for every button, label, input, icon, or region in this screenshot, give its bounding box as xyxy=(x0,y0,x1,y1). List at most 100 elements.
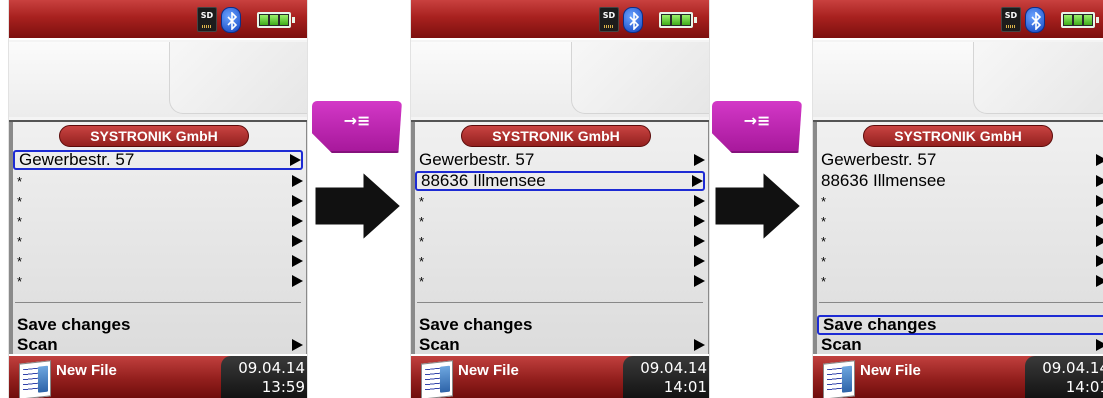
sd-card-icon: SD xyxy=(1001,7,1021,32)
battery-icon xyxy=(659,12,697,28)
arrow-icon xyxy=(712,168,804,244)
divider xyxy=(417,302,703,303)
status-bar: SD xyxy=(9,0,307,40)
arrow-icon xyxy=(312,168,404,244)
bluetooth-icon xyxy=(1025,7,1045,33)
company-label: SYSTRONIK GmbH xyxy=(461,125,651,147)
arrow-icon xyxy=(292,175,303,187)
footer-bar: New File 09.04.14 14:01 xyxy=(813,354,1103,398)
arrow-icon xyxy=(1096,235,1103,247)
arrow-icon xyxy=(694,195,705,207)
battery-icon xyxy=(257,12,295,28)
arrow-icon xyxy=(694,235,705,247)
list-item[interactable]: * xyxy=(415,251,705,271)
arrow-icon xyxy=(1096,215,1103,227)
list-item[interactable]: * xyxy=(817,251,1103,271)
list-item[interactable]: * xyxy=(13,251,303,271)
file-icon xyxy=(19,360,51,398)
device-screen-2: SD SYSTRONIK GmbH Gewerbestr. 57 88636 I… xyxy=(410,0,710,398)
arrow-icon xyxy=(292,235,303,247)
info-tab xyxy=(973,42,1103,114)
list-item[interactable]: * xyxy=(817,211,1103,231)
time-text: 14:01 xyxy=(1065,378,1103,396)
save-changes-item[interactable]: Save changes xyxy=(817,315,1103,335)
list-item[interactable]: Gewerbestr. 57 xyxy=(415,150,705,170)
list-item[interactable]: * xyxy=(13,211,303,231)
arrow-icon xyxy=(1096,175,1103,187)
info-tab xyxy=(571,42,709,114)
list-item[interactable]: 88636 Illmensee xyxy=(817,171,1103,191)
arrow-icon xyxy=(290,154,301,166)
divider xyxy=(15,302,301,303)
footer-bar: New File 09.04.14 13:59 xyxy=(9,354,307,398)
datetime: 09.04.14 14:01 xyxy=(1025,356,1103,398)
footer-title: New File xyxy=(56,362,117,379)
arrow-icon xyxy=(694,215,705,227)
arrow-icon xyxy=(292,339,303,351)
arrow-icon xyxy=(692,175,703,187)
list-item[interactable]: * xyxy=(13,231,303,251)
list-item[interactable]: * xyxy=(415,271,705,291)
bluetooth-icon xyxy=(623,7,643,33)
list-item[interactable]: Gewerbestr. 57 xyxy=(13,150,303,170)
arrow-icon xyxy=(694,255,705,267)
list-item[interactable]: Gewerbestr. 57 xyxy=(817,150,1103,170)
device-screen-1: SD SYSTRONIK GmbH Gewerbestr. 57 * * * *… xyxy=(8,0,308,398)
arrow-icon xyxy=(1096,255,1103,267)
file-icon xyxy=(823,360,855,398)
list-item[interactable]: * xyxy=(415,191,705,211)
date-text: 09.04.14 xyxy=(1042,359,1103,377)
enter-key-icon: →≡ xyxy=(743,111,771,130)
time-text: 14:01 xyxy=(663,378,707,396)
scan-item[interactable]: Scan xyxy=(817,335,1103,355)
address-list: SYSTRONIK GmbH Gewerbestr. 57 * * * * * … xyxy=(9,120,307,355)
footer-title: New File xyxy=(860,362,921,379)
arrow-icon xyxy=(694,154,705,166)
arrow-icon xyxy=(292,215,303,227)
address-list: SYSTRONIK GmbH Gewerbestr. 57 88636 Illm… xyxy=(411,120,709,355)
status-bar: SD xyxy=(411,0,709,40)
list-item[interactable]: * xyxy=(817,271,1103,291)
device-screen-3: SD SYSTRONIK GmbH Gewerbestr. 57 88636 I… xyxy=(812,0,1103,398)
time-text: 13:59 xyxy=(261,378,305,396)
date-text: 09.04.14 xyxy=(238,359,305,377)
datetime: 09.04.14 14:01 xyxy=(623,356,709,398)
address-list: SYSTRONIK GmbH Gewerbestr. 57 88636 Illm… xyxy=(813,120,1103,354)
file-icon xyxy=(421,360,453,398)
list-item[interactable]: 88636 Illmensee xyxy=(415,171,705,191)
list-item[interactable]: * xyxy=(13,191,303,211)
list-item[interactable]: * xyxy=(13,271,303,291)
arrow-icon xyxy=(1096,339,1103,351)
list-item[interactable]: * xyxy=(415,211,705,231)
arrow-icon xyxy=(1096,275,1103,287)
list-item[interactable]: * xyxy=(415,231,705,251)
date-text: 09.04.14 xyxy=(640,359,707,377)
sd-card-icon: SD xyxy=(599,7,619,32)
status-bar: SD xyxy=(813,0,1103,40)
arrow-icon xyxy=(292,195,303,207)
enter-key-button[interactable]: →≡ xyxy=(712,101,802,153)
info-area xyxy=(9,42,307,117)
enter-key-icon: →≡ xyxy=(343,111,371,130)
arrow-icon xyxy=(292,255,303,267)
info-area xyxy=(813,42,1103,117)
enter-key-button[interactable]: →≡ xyxy=(312,101,402,153)
battery-icon xyxy=(1061,12,1099,28)
company-label: SYSTRONIK GmbH xyxy=(863,125,1053,147)
list-item[interactable]: * xyxy=(13,171,303,191)
save-changes-item[interactable]: Save changes xyxy=(415,315,705,335)
info-tab xyxy=(169,42,307,114)
footer-title: New File xyxy=(458,362,519,379)
arrow-icon xyxy=(694,339,705,351)
company-label: SYSTRONIK GmbH xyxy=(59,125,249,147)
list-item[interactable]: * xyxy=(817,231,1103,251)
scan-item[interactable]: Scan xyxy=(13,335,303,355)
info-area xyxy=(411,42,709,117)
scan-item[interactable]: Scan xyxy=(415,335,705,355)
arrow-icon xyxy=(694,275,705,287)
divider xyxy=(819,302,1103,303)
arrow-icon xyxy=(292,275,303,287)
save-changes-item[interactable]: Save changes xyxy=(13,315,303,335)
list-item[interactable]: * xyxy=(817,191,1103,211)
bluetooth-icon xyxy=(221,7,241,33)
